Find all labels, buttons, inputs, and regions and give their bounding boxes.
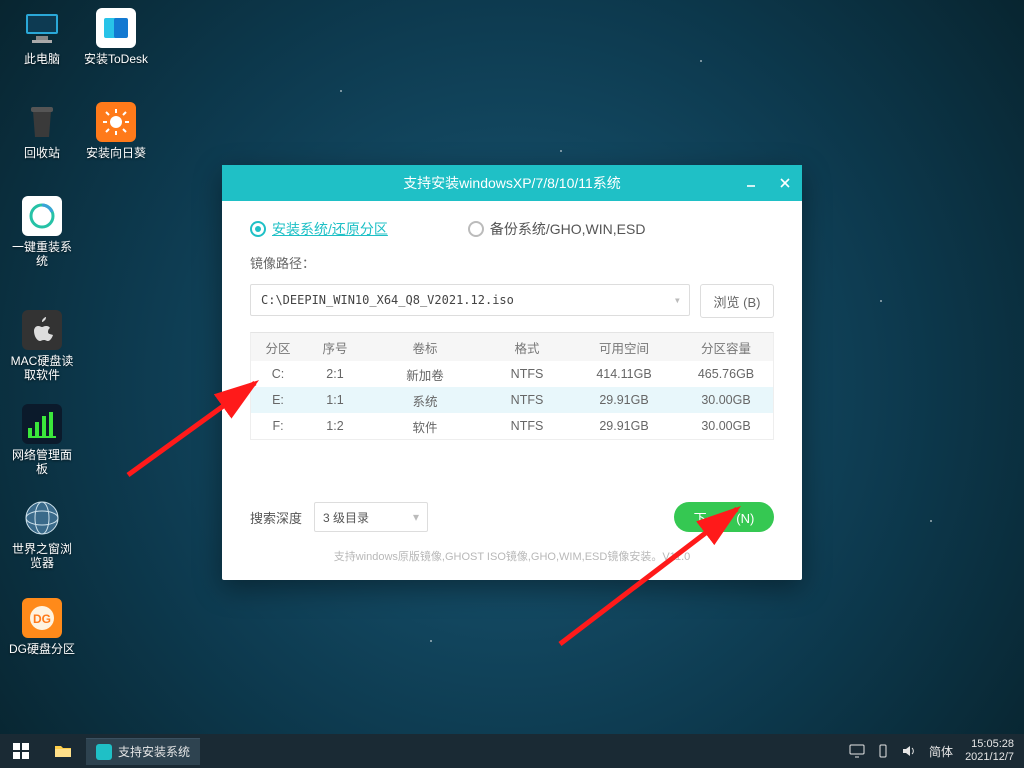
search-depth-select[interactable]: 3 级目录 ▾ [314,502,428,532]
globe-icon [22,498,62,538]
icon-label: 安装向日葵 [82,146,150,160]
radio-dot-icon [468,221,484,237]
desktop-icon-globe[interactable]: 世界之窗浏览器 [8,498,76,570]
table-header: 分区 序号 卷标 格式 可用空间 分区容量 [251,333,773,361]
desktop-icon-bin[interactable]: 回收站 [8,102,76,160]
partition-table: 分区 序号 卷标 格式 可用空间 分区容量 C:2:1新加卷NTFS414.11… [250,332,774,440]
image-path-value: C:\DEEPIN_WIN10_X64_Q8_V2021.12.iso [261,293,514,307]
icon-label: 回收站 [8,146,76,160]
app-icon [96,744,112,760]
desktop-icon-dg[interactable]: DG DG硬盘分区 [8,598,76,656]
desktop-icon-net[interactable]: 网络管理面板 [8,404,76,476]
radio-backup-label: 备份系统/GHO,WIN,ESD [490,219,646,239]
icon-label: 网络管理面板 [8,448,76,476]
svg-text:DG: DG [33,612,51,626]
installer-window: 支持安装windowsXP/7/8/10/11系统 安装系统/还原分区 备份系统… [222,165,802,580]
tray-usb-icon[interactable] [877,734,889,768]
mac-icon [22,310,62,350]
window-title: 支持安装windowsXP/7/8/10/11系统 [403,173,621,193]
radio-dot-icon [250,221,266,237]
dg-icon: DG [22,598,62,638]
taskbar: 支持安装系统 简体 15:05:28 2021/12/7 [0,734,1024,768]
chevron-down-icon: ▾ [413,510,419,524]
tray-ime[interactable]: 简体 [929,743,953,760]
icon-label: 世界之窗浏览器 [8,542,76,570]
start-button[interactable] [0,734,42,768]
bin-icon [22,102,62,142]
desktop-icon-sun[interactable]: 安装向日葵 [82,102,150,160]
taskbar-task-installer[interactable]: 支持安装系统 [86,738,200,765]
todesk-icon [96,8,136,48]
radio-install-label: 安装系统/还原分区 [272,219,388,239]
close-button[interactable] [768,165,802,201]
reinstall-icon [22,196,62,236]
icon-label: 此电脑 [8,52,76,66]
desktop-icon-todesk[interactable]: 安装ToDesk [82,8,150,66]
depth-label: 搜索深度 [250,508,302,527]
file-explorer-button[interactable] [42,734,84,768]
sun-icon [96,102,136,142]
radio-install-restore[interactable]: 安装系统/还原分区 [250,219,388,239]
tray-monitor-icon[interactable] [849,734,865,768]
task-label: 支持安装系统 [118,743,190,760]
footer-text: 支持windows原版镜像,GHOST ISO镜像,GHO,WIM,ESD镜像安… [222,548,802,564]
partition-row-C[interactable]: C:2:1新加卷NTFS414.11GB465.76GB [251,361,773,387]
pc-icon [22,8,62,48]
tray-clock[interactable]: 15:05:28 2021/12/7 [965,738,1014,764]
icon-label: MAC硬盘读取软件 [8,354,76,382]
desktop-icon-mac[interactable]: MAC硬盘读取软件 [8,310,76,382]
image-path-dropdown[interactable]: C:\DEEPIN_WIN10_X64_Q8_V2021.12.iso ▾ [250,284,690,316]
tray-volume-icon[interactable] [901,734,917,768]
partition-row-F[interactable]: F:1:2软件NTFS29.91GB30.00GB [251,413,773,439]
icon-label: DG硬盘分区 [8,642,76,656]
next-button[interactable]: 下一步 (N) [674,502,774,532]
path-label: 镜像路径： [222,249,802,276]
chevron-down-icon: ▾ [674,293,681,307]
window-titlebar: 支持安装windowsXP/7/8/10/11系统 [222,165,802,201]
minimize-button[interactable] [734,165,768,201]
icon-label: 安装ToDesk [82,52,150,66]
desktop-icon-pc[interactable]: 此电脑 [8,8,76,66]
partition-row-E[interactable]: E:1:1系统NTFS29.91GB30.00GB [251,387,773,413]
browse-button[interactable]: 浏览 (B) [700,284,774,318]
radio-backup[interactable]: 备份系统/GHO,WIN,ESD [468,219,646,239]
icon-label: 一键重装系统 [8,240,76,268]
desktop-icon-reinstall[interactable]: 一键重装系统 [8,196,76,268]
net-icon [22,404,62,444]
